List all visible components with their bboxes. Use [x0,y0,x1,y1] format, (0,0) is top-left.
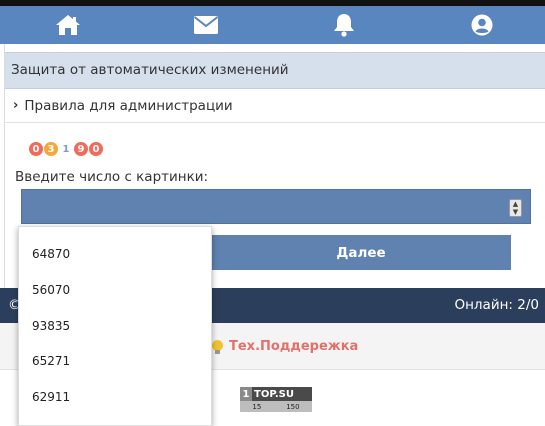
section-title: Защита от автоматических изменений [5,52,545,89]
admin-rules-link[interactable]: › Правила для администрации [5,89,545,123]
dropdown-option[interactable]: 93835 [19,308,211,344]
counter-brand: TOP [254,388,275,400]
captcha-digit: 0 [89,142,103,156]
counter-left-value: 15 [252,402,262,411]
dropdown-option[interactable]: 56070 [19,272,211,308]
spinner-down-icon[interactable]: ▼ [513,208,518,216]
chevron-right-icon: › [13,98,19,113]
top-navbar [0,6,545,44]
captcha-image: 0 3 1 9 0 [29,142,103,156]
bell-icon[interactable] [324,6,364,44]
number-spinner[interactable]: ▲ ▼ [509,199,522,217]
captcha-digit: 9 [74,142,88,156]
captcha-digit: 3 [44,142,58,156]
captcha-digit: 1 [59,142,73,156]
submit-button[interactable]: Далее [211,235,511,270]
spinner-up-icon[interactable]: ▲ [513,200,518,208]
admin-rules-label: Правила для администрации [24,97,233,114]
lightbulb-icon [212,339,223,354]
captcha-label: Введите число с картинки: [15,169,209,185]
support-link[interactable]: Тех.Поддережка [212,339,358,354]
captcha-digit: 0 [29,142,43,156]
home-icon[interactable] [48,6,88,44]
captcha-number-input[interactable]: ▲ ▼ [21,189,531,224]
top-su-counter[interactable]: 1 TOP.SU 15 150 [240,387,312,412]
dropdown-option[interactable]: 65271 [19,343,211,379]
counter-right-value: 150 [286,402,300,411]
counter-rank: 1 [240,387,252,401]
user-icon[interactable] [462,6,502,44]
counter-suffix: .SU [274,388,294,400]
online-count: Онлайн: 2/0 [454,297,539,313]
mail-icon[interactable] [186,6,226,44]
captcha-options-dropdown[interactable]: 64870 56070 93835 65271 62911 [18,226,212,426]
support-label: Тех.Поддережка [229,339,359,354]
dropdown-option[interactable]: 64870 [19,236,211,272]
dropdown-option[interactable]: 62911 [19,379,211,415]
